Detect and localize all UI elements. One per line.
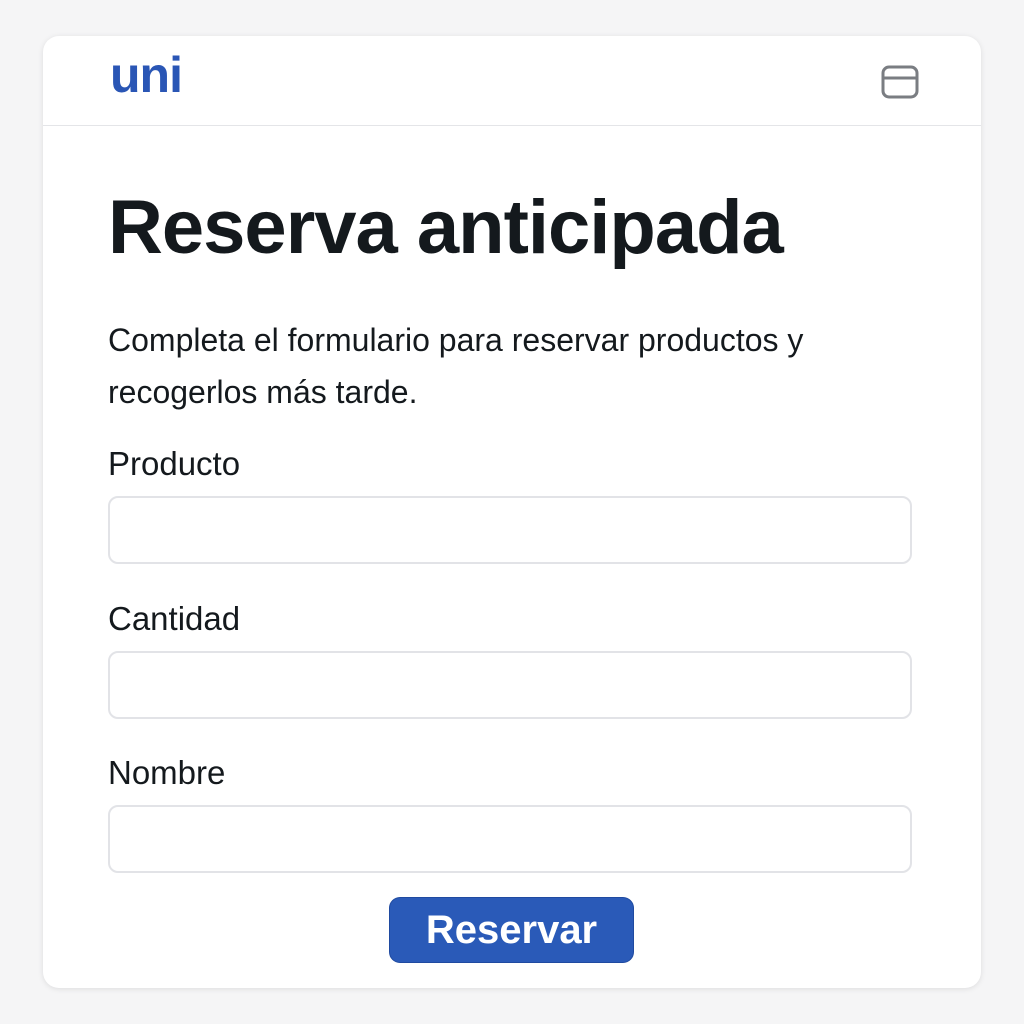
form-intro: Reserva anticipada Completa el formulari… — [108, 186, 916, 418]
form-description: Completa el formulario para reservar pro… — [108, 321, 804, 410]
product-input[interactable] — [108, 496, 912, 564]
reservation-card: uni Reserva anticipada Completa el formu… — [43, 36, 981, 988]
name-label: Nombre — [108, 754, 226, 791]
top-bar: uni — [43, 36, 981, 126]
card-window-icon[interactable] — [881, 65, 919, 99]
product-label: Producto — [108, 445, 241, 482]
name-input[interactable] — [108, 805, 912, 873]
page-title: Reserva anticipada — [108, 185, 784, 270]
quantity-label: Cantidad — [108, 600, 241, 637]
brand-logo[interactable]: uni — [110, 50, 183, 100]
reserve-button[interactable]: Reservar — [390, 898, 633, 962]
quantity-input[interactable] — [108, 651, 912, 719]
